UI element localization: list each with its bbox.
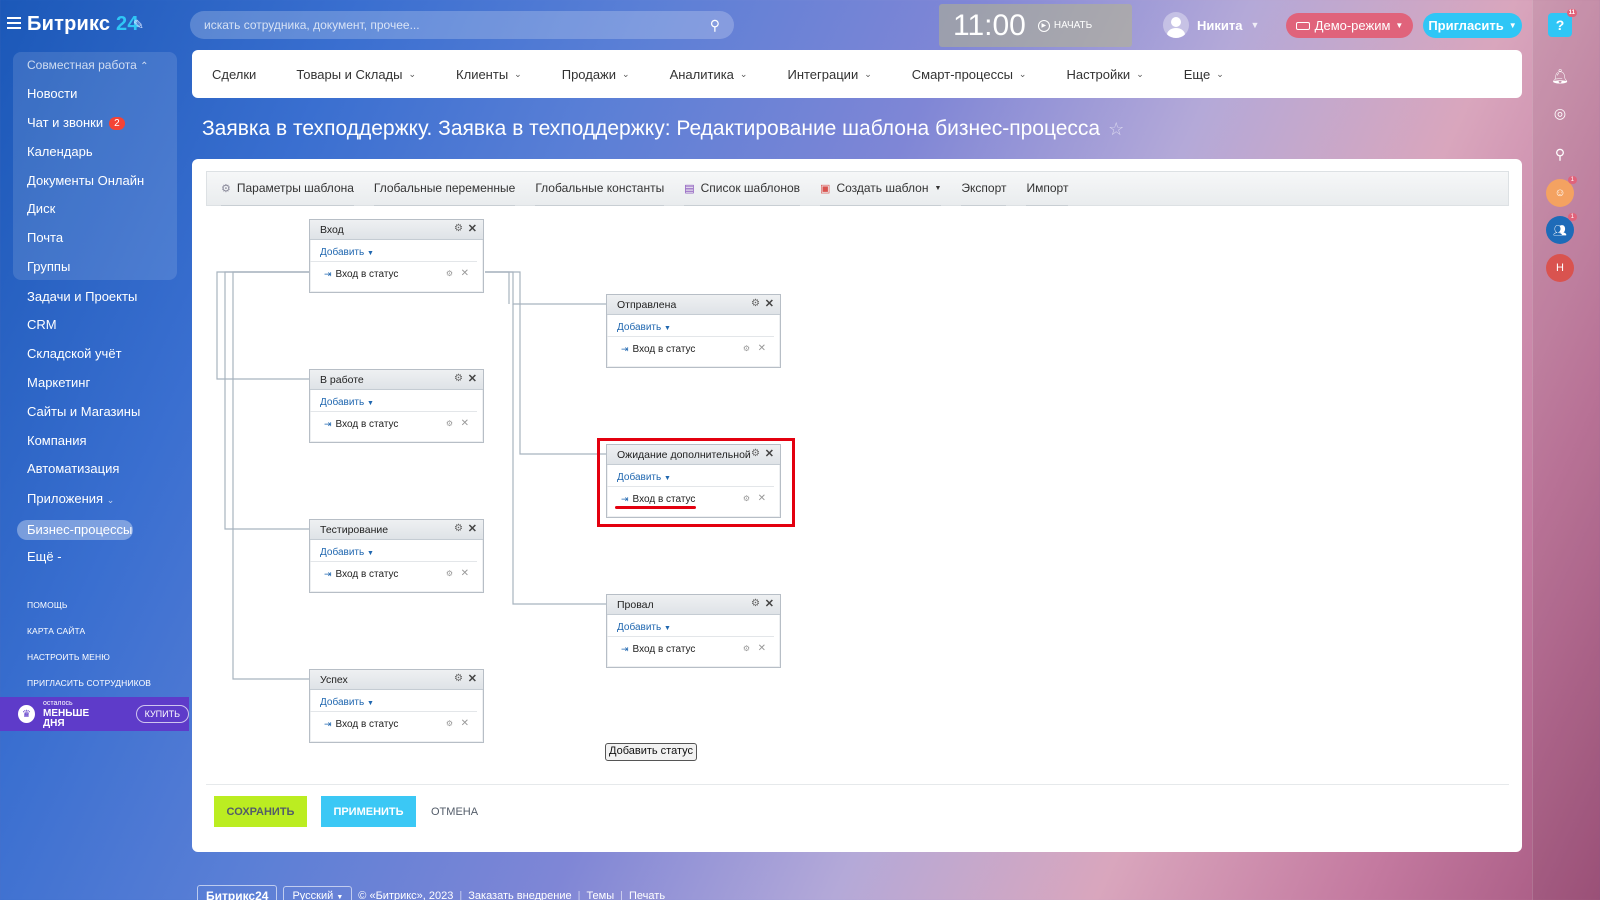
gear-icon[interactable]: ⚙	[751, 598, 760, 609]
chevron-down-icon: ▼	[366, 400, 374, 407]
action-label: Вход в статус	[632, 344, 696, 355]
connector-line	[232, 271, 310, 680]
close-icon[interactable]: ✕	[765, 297, 774, 310]
gear-icon[interactable]: ⚙	[454, 373, 463, 384]
divider	[206, 784, 1509, 785]
status-box[interactable]: Тестирование ⚙ ✕ Добавить ▼ ⇥ Вход в статус…	[309, 519, 484, 593]
close-icon[interactable]: ✕	[468, 672, 477, 685]
chevron-down-icon: ▼	[336, 894, 344, 900]
close-icon[interactable]: ✕	[758, 343, 766, 354]
gear-icon[interactable]: ⚙	[454, 223, 463, 234]
chevron-down-icon: ▼	[366, 700, 374, 707]
action-label: Вход в статус	[335, 419, 399, 430]
close-icon[interactable]: ✕	[461, 718, 469, 729]
status-action[interactable]: ⇥ Вход в статус ⚙ ✕	[310, 262, 483, 280]
add-action-link[interactable]: Добавить ▼	[310, 540, 477, 562]
add-action-link[interactable]: Добавить ▼	[310, 690, 477, 712]
status-connectors	[216, 271, 607, 680]
status-box[interactable]: В работе ⚙ ✕ Добавить ▼ ⇥ Вход в статус ⚙ ✕	[309, 369, 484, 443]
order-link[interactable]: Заказать внедрение	[468, 890, 571, 900]
status-action[interactable]: ⇥ Вход в статус ⚙ ✕	[310, 562, 483, 580]
add-label: Добавить	[320, 397, 365, 408]
status-box[interactable]: Успех ⚙ ✕ Добавить ▼ ⇥ Вход в статус ⚙ ✕	[309, 669, 484, 743]
copyright: © «Битрикс», 2023	[358, 890, 454, 900]
language-label: Русский	[292, 890, 334, 900]
language-select[interactable]: Русский ▼	[283, 886, 353, 900]
enter-icon: ⇥	[621, 644, 629, 654]
action-label: Вход в статус	[335, 269, 399, 280]
connector-line	[224, 271, 310, 530]
status-action[interactable]: ⇥ Вход в статус ⚙ ✕	[607, 637, 780, 655]
close-icon[interactable]: ✕	[461, 568, 469, 579]
status-box[interactable]: Вход ⚙ ✕ Добавить ▼ ⇥ Вход в статус ⚙ ✕	[309, 219, 484, 293]
enter-icon: ⇥	[324, 719, 332, 729]
footer: Битрикс24 Русский ▼ © «Битрикс», 2023 | …	[197, 885, 665, 900]
connector-line	[485, 271, 510, 304]
enter-icon: ⇥	[621, 344, 629, 354]
gear-icon[interactable]: ⚙	[446, 569, 453, 578]
separator: |	[459, 890, 463, 900]
action-label: Вход в статус	[335, 569, 399, 580]
themes-link[interactable]: Темы	[586, 890, 614, 900]
gear-icon[interactable]: ⚙	[743, 644, 750, 653]
status-action[interactable]: ⇥ Вход в статус ⚙ ✕	[310, 412, 483, 430]
gear-icon[interactable]: ⚙	[446, 419, 453, 428]
close-icon[interactable]: ✕	[468, 372, 477, 385]
add-label: Добавить	[320, 547, 365, 558]
connector-line	[485, 271, 607, 305]
separator: |	[577, 890, 581, 900]
chevron-down-icon: ▼	[663, 625, 671, 632]
close-icon[interactable]: ✕	[468, 222, 477, 235]
gear-icon[interactable]: ⚙	[446, 719, 453, 728]
chevron-down-icon: ▼	[366, 250, 374, 257]
add-label: Добавить	[320, 697, 365, 708]
enter-icon: ⇥	[324, 269, 332, 279]
gear-icon[interactable]: ⚙	[454, 523, 463, 534]
close-icon[interactable]: ✕	[765, 597, 774, 610]
status-title: В работе	[320, 373, 364, 386]
status-action[interactable]: ⇥ Вход в статус ⚙ ✕	[607, 337, 780, 355]
add-label: Добавить	[320, 247, 365, 258]
enter-icon: ⇥	[324, 569, 332, 579]
add-action-link[interactable]: Добавить ▼	[310, 390, 477, 412]
status-box[interactable]: Провал ⚙ ✕ Добавить ▼ ⇥ Вход в статус ⚙ ✕	[606, 594, 781, 668]
enter-icon: ⇥	[324, 419, 332, 429]
print-link[interactable]: Печать	[629, 890, 665, 900]
status-title: Отправлена	[617, 298, 677, 311]
status-title: Провал	[617, 598, 654, 611]
add-action-link[interactable]: Добавить ▼	[310, 240, 477, 262]
close-icon[interactable]: ✕	[758, 643, 766, 654]
chevron-down-icon: ▼	[663, 325, 671, 332]
status-action[interactable]: ⇥ Вход в статус ⚙ ✕	[310, 712, 483, 730]
close-icon[interactable]: ✕	[468, 522, 477, 535]
connector-line	[485, 271, 607, 455]
gear-icon[interactable]: ⚙	[446, 269, 453, 278]
add-action-link[interactable]: Добавить ▼	[607, 615, 774, 637]
add-action-link[interactable]: Добавить ▼	[607, 315, 774, 337]
gear-icon[interactable]: ⚙	[743, 344, 750, 353]
gear-icon[interactable]: ⚙	[751, 298, 760, 309]
separator: |	[620, 890, 624, 900]
status-box[interactable]: Отправлена ⚙ ✕ Добавить ▼ ⇥ Вход в статус ⚙ ✕	[606, 294, 781, 368]
add-label: Добавить	[617, 622, 662, 633]
status-title: Вход	[320, 223, 344, 236]
close-icon[interactable]: ✕	[461, 418, 469, 429]
save-button[interactable]: СОХРАНИТЬ	[214, 796, 307, 827]
highlight-underline	[615, 506, 696, 509]
gear-icon[interactable]: ⚙	[454, 673, 463, 684]
status-title: Тестирование	[320, 523, 389, 536]
cancel-button[interactable]: ОТМЕНА	[431, 796, 478, 827]
highlight-frame	[597, 438, 795, 527]
close-icon[interactable]: ✕	[461, 268, 469, 279]
footer-logo[interactable]: Битрикс24	[197, 885, 278, 900]
apply-button[interactable]: ПРИМЕНИТЬ	[321, 796, 416, 827]
chevron-down-icon: ▼	[366, 550, 374, 557]
add-label: Добавить	[617, 322, 662, 333]
status-title: Успех	[320, 673, 348, 686]
connector-line	[216, 271, 310, 380]
action-label: Вход в статус	[335, 719, 399, 730]
action-label: Вход в статус	[632, 644, 696, 655]
add-status-button[interactable]: Добавить статус	[605, 743, 697, 761]
